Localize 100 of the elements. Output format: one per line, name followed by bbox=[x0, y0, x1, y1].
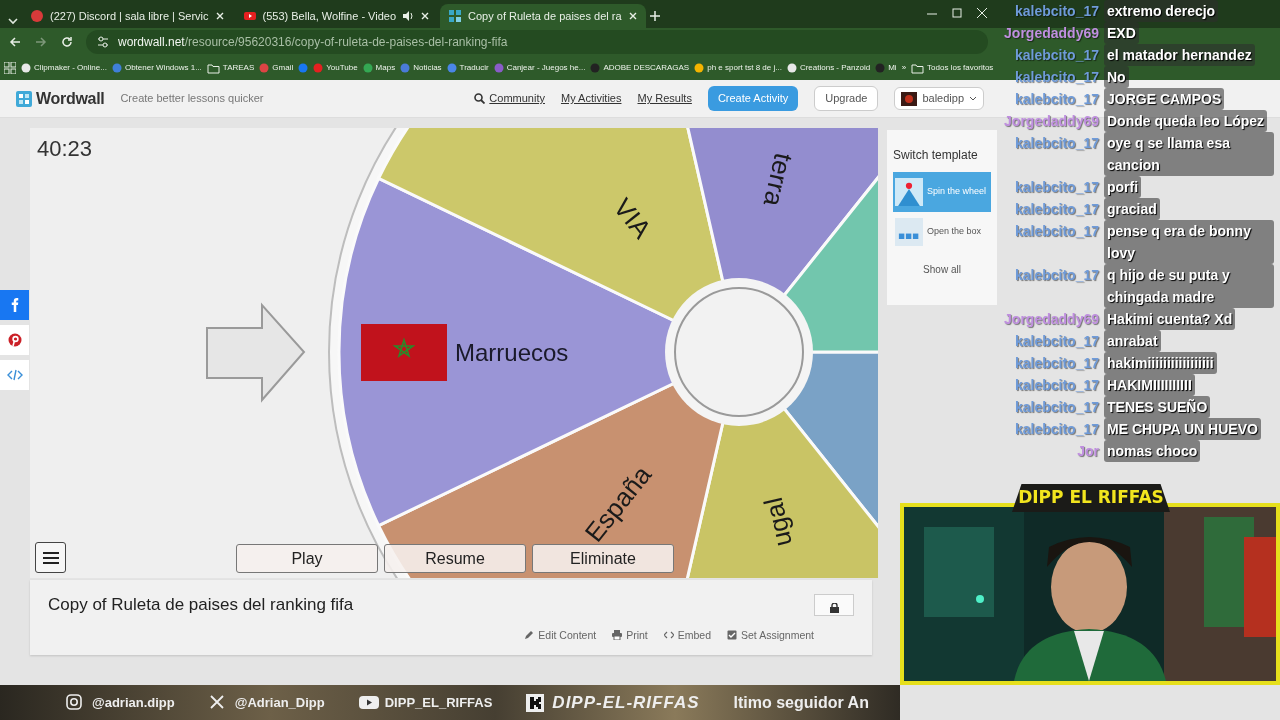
browser-tab[interactable]: Copy of Ruleta de paises del ra bbox=[440, 4, 646, 28]
bookmark[interactable]: TAREAS bbox=[206, 62, 255, 74]
chat-message: nomas choco bbox=[1104, 440, 1201, 462]
bookmark[interactable]: Obtener Windows 1... bbox=[111, 62, 202, 74]
segment-label: VIA bbox=[607, 192, 658, 245]
search-icon bbox=[474, 93, 486, 104]
speaker-icon[interactable] bbox=[402, 10, 415, 22]
nav-link[interactable]: My Activities bbox=[560, 90, 622, 107]
browser-tab[interactable]: (553) Bella, Wolfine - Video bbox=[234, 4, 439, 28]
logo-text[interactable]: Wordwall bbox=[36, 86, 105, 111]
bookmark-folder[interactable]: Todos los favoritos bbox=[911, 62, 994, 74]
bookmark[interactable]: Maps bbox=[362, 62, 396, 74]
bookmark[interactable]: Mi bbox=[875, 62, 897, 74]
address-bar[interactable]: wordwall.net/resource/95620316/copy-of-ruleta-de-paises-del-ranking-fifa bbox=[86, 30, 988, 54]
bookmark[interactable]: Creations - Panzoid bbox=[786, 62, 871, 74]
restore-icon[interactable] bbox=[950, 6, 964, 20]
segment-label: terra bbox=[757, 150, 799, 210]
back-icon[interactable] bbox=[8, 35, 22, 49]
social-handle: @Adrian_Dipp bbox=[234, 693, 325, 712]
social-handle: DIPP_EL_RIFFAS bbox=[384, 693, 493, 712]
game-button[interactable]: Resume bbox=[384, 544, 526, 573]
pinterest-share-button[interactable] bbox=[0, 325, 29, 355]
forward-icon[interactable] bbox=[34, 35, 48, 49]
lock-icon bbox=[829, 602, 839, 613]
chat-username: kalebcito_17 bbox=[1013, 266, 1099, 285]
upgrade-button[interactable]: Upgrade bbox=[814, 86, 879, 111]
bookmark-icon bbox=[362, 63, 373, 73]
chat-message: TENES SUEÑO bbox=[1104, 396, 1211, 418]
activity-title: Copy of Ruleta de paises del ranking fifa bbox=[48, 594, 355, 616]
close-icon[interactable] bbox=[420, 11, 431, 21]
chat-username: kalebcito_17 bbox=[1013, 332, 1099, 351]
facebook-share-button[interactable] bbox=[0, 290, 29, 320]
bookmark[interactable]: Gmail bbox=[259, 62, 294, 74]
browser-tab[interactable]: (227) Discord | sala libre | Servic bbox=[22, 4, 233, 28]
reload-icon[interactable] bbox=[60, 35, 74, 49]
bookmark-icon bbox=[111, 63, 122, 73]
bookmark[interactable]: Noticias bbox=[400, 62, 442, 74]
bookmark[interactable]: Traducir bbox=[446, 62, 489, 74]
game-button[interactable]: Eliminate bbox=[532, 544, 674, 573]
menu-button[interactable] bbox=[35, 542, 66, 573]
chat-message: graciad bbox=[1104, 198, 1160, 220]
chat-message: porfi bbox=[1104, 176, 1142, 198]
chat-username: kalebcito_17 bbox=[1013, 222, 1099, 241]
bookmark[interactable]: Clipmaker - Online... bbox=[21, 62, 107, 74]
chat-username: Jorgedaddy69 bbox=[1003, 310, 1099, 329]
box-thumbnail-icon bbox=[895, 218, 923, 246]
favicon-icon bbox=[242, 9, 257, 23]
bookmark-icon bbox=[446, 63, 457, 73]
bookmark[interactable]: ADOBE DESCARAGAS bbox=[590, 62, 690, 74]
template-option[interactable]: Open the box bbox=[893, 212, 991, 252]
follower-ticker: ltimo seguidor An bbox=[733, 692, 869, 713]
action-link[interactable]: Print bbox=[612, 627, 648, 644]
action-link[interactable]: Embed bbox=[663, 627, 712, 644]
share-button[interactable] bbox=[814, 593, 854, 616]
close-icon[interactable] bbox=[975, 6, 989, 20]
bookmark-icon bbox=[694, 63, 705, 73]
chat-message: el matador hernandez bbox=[1104, 44, 1255, 66]
chevron-icon bbox=[969, 94, 977, 103]
timer: 40:23 bbox=[37, 135, 93, 163]
chat-message: extremo derecjo bbox=[1104, 0, 1219, 22]
chat-message: JORGE CAMPOS bbox=[1104, 88, 1225, 110]
logo-icon[interactable] bbox=[16, 90, 32, 107]
more-bookmarks[interactable]: » bbox=[901, 62, 907, 74]
apps-icon[interactable] bbox=[4, 62, 16, 74]
favicon-icon bbox=[30, 9, 44, 23]
social-handle: DIPP-EL-RIFFAS bbox=[552, 691, 700, 714]
chat-message: anrabat bbox=[1104, 330, 1161, 352]
chat-message: HAKIMIIIIIIIIII bbox=[1104, 374, 1195, 396]
checkbox-icon bbox=[727, 630, 738, 641]
embed-icon bbox=[6, 367, 23, 383]
chat-username: kalebcito_17 bbox=[1013, 134, 1099, 153]
chat-message: Donde queda leo López bbox=[1104, 110, 1268, 132]
close-icon[interactable] bbox=[214, 11, 225, 21]
action-link[interactable]: Set Assignment bbox=[727, 627, 814, 644]
close-icon[interactable] bbox=[627, 11, 638, 21]
bookmark[interactable]: ph e sport tst 8 de j... bbox=[694, 62, 782, 74]
bookmark[interactable]: Canjear - Juegos he... bbox=[493, 62, 586, 74]
embed-share-button[interactable] bbox=[0, 360, 29, 390]
bookmark[interactable]: YouTube bbox=[313, 62, 358, 74]
wheel-hub[interactable] bbox=[665, 278, 813, 426]
game-button[interactable]: Play bbox=[236, 544, 378, 573]
bookmark-icon bbox=[400, 63, 411, 73]
nav-link[interactable]: Community bbox=[474, 90, 545, 107]
action-link[interactable]: Edit Content bbox=[524, 627, 597, 644]
pinterest-icon bbox=[6, 332, 23, 348]
nav-link[interactable]: My Results bbox=[637, 90, 692, 107]
menu-icon bbox=[41, 549, 60, 566]
chat-username: Jorgedaddy69 bbox=[1003, 24, 1099, 43]
site-settings-icon[interactable] bbox=[96, 35, 110, 49]
chat-message: ME CHUPA UN HUEVO bbox=[1104, 418, 1261, 440]
printer-icon bbox=[612, 630, 623, 641]
chat-message: q hijo de su puta y chingada madre bbox=[1104, 264, 1274, 308]
streamer-banner: DIPP EL RIFFAS bbox=[1012, 484, 1170, 512]
account-menu[interactable]: baledipp bbox=[894, 87, 984, 110]
chat-message: Hakimi cuenta? Xd bbox=[1104, 308, 1236, 330]
show-all-link[interactable]: Show all bbox=[893, 262, 991, 277]
bookmark-icon bbox=[493, 63, 504, 73]
bookmark-icon bbox=[875, 63, 886, 73]
url-text[interactable]: wordwall.net/resource/95620316/copy-of-ruleta-de-paises-del-ranking-fifa bbox=[118, 33, 508, 51]
chat-username: Jor bbox=[1076, 442, 1099, 461]
